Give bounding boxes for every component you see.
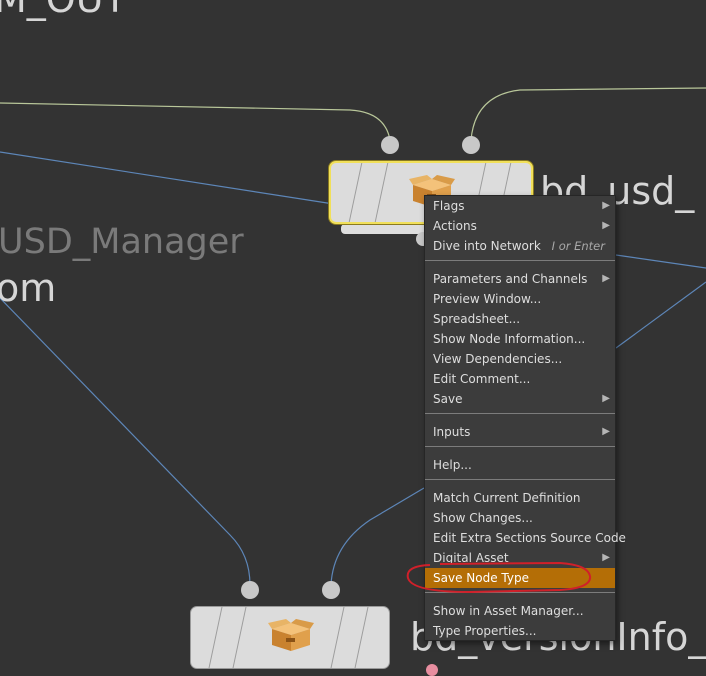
bottom-input-port-2[interactable] bbox=[322, 581, 340, 599]
menu-item-actions[interactable]: Actions ▶ bbox=[425, 216, 615, 236]
bottom-input-port-1[interactable] bbox=[241, 581, 259, 599]
node-flag-dot bbox=[426, 664, 438, 676]
menu-item-edit-extra-sections[interactable]: Edit Extra Sections Source Code bbox=[425, 528, 626, 548]
menu-item-digital-asset[interactable]: Digital Asset ▶ bbox=[425, 548, 615, 568]
triangle-right-icon: ▶ bbox=[602, 552, 610, 563]
menu-item-save-node-type[interactable]: Save Node Type bbox=[425, 568, 615, 588]
menu-item-match-current-definition[interactable]: Match Current Definition bbox=[425, 488, 615, 508]
menu-item-save[interactable]: Save ▶ bbox=[425, 389, 615, 409]
triangle-right-icon: ▶ bbox=[602, 200, 610, 211]
menu-item-parameters-and-channels[interactable]: Parameters and Channels ▶ bbox=[425, 269, 615, 289]
triangle-right-icon: ▶ bbox=[602, 393, 610, 404]
triangle-right-icon: ▶ bbox=[602, 220, 610, 231]
bottom-hda-node[interactable] bbox=[190, 606, 390, 669]
box-package-icon bbox=[268, 619, 314, 651]
menu-item-show-in-asset-manager[interactable]: Show in Asset Manager... bbox=[425, 601, 615, 621]
shortcut-hint: I or Enter bbox=[551, 239, 605, 253]
input-port-1[interactable] bbox=[381, 136, 399, 154]
menu-item-edit-comment[interactable]: Edit Comment... bbox=[425, 369, 615, 389]
node-context-menu: Flags ▶ Actions ▶ Dive into Network I or En… bbox=[424, 195, 626, 641]
network-label-om: om bbox=[0, 266, 57, 310]
menu-item-help[interactable]: Help... bbox=[425, 455, 615, 475]
node-flag-bar bbox=[341, 224, 426, 234]
menu-item-show-changes[interactable]: Show Changes... bbox=[425, 508, 615, 528]
menu-separator bbox=[425, 479, 615, 480]
menu-item-preview-window[interactable]: Preview Window... bbox=[425, 289, 615, 309]
menu-item-show-node-information[interactable]: Show Node Information... bbox=[425, 329, 615, 349]
menu-item-spreadsheet[interactable]: Spreadsheet... bbox=[425, 309, 615, 329]
menu-item-flags[interactable]: Flags ▶ bbox=[425, 196, 615, 216]
network-label-top: M_OUT bbox=[0, 0, 127, 18]
menu-item-type-properties[interactable]: Type Properties... bbox=[425, 621, 615, 641]
triangle-right-icon: ▶ bbox=[602, 426, 610, 437]
menu-item-view-dependencies[interactable]: View Dependencies... bbox=[425, 349, 615, 369]
network-label-usd-manager: USD_Manager bbox=[0, 222, 244, 262]
triangle-right-icon: ▶ bbox=[602, 273, 610, 284]
menu-separator bbox=[425, 592, 615, 593]
input-port-2[interactable] bbox=[462, 136, 480, 154]
menu-separator bbox=[425, 413, 615, 414]
menu-separator bbox=[425, 260, 615, 261]
menu-item-dive-into-network[interactable]: Dive into Network I or Enter bbox=[425, 236, 615, 256]
menu-item-inputs[interactable]: Inputs ▶ bbox=[425, 422, 615, 442]
menu-separator bbox=[425, 446, 615, 447]
